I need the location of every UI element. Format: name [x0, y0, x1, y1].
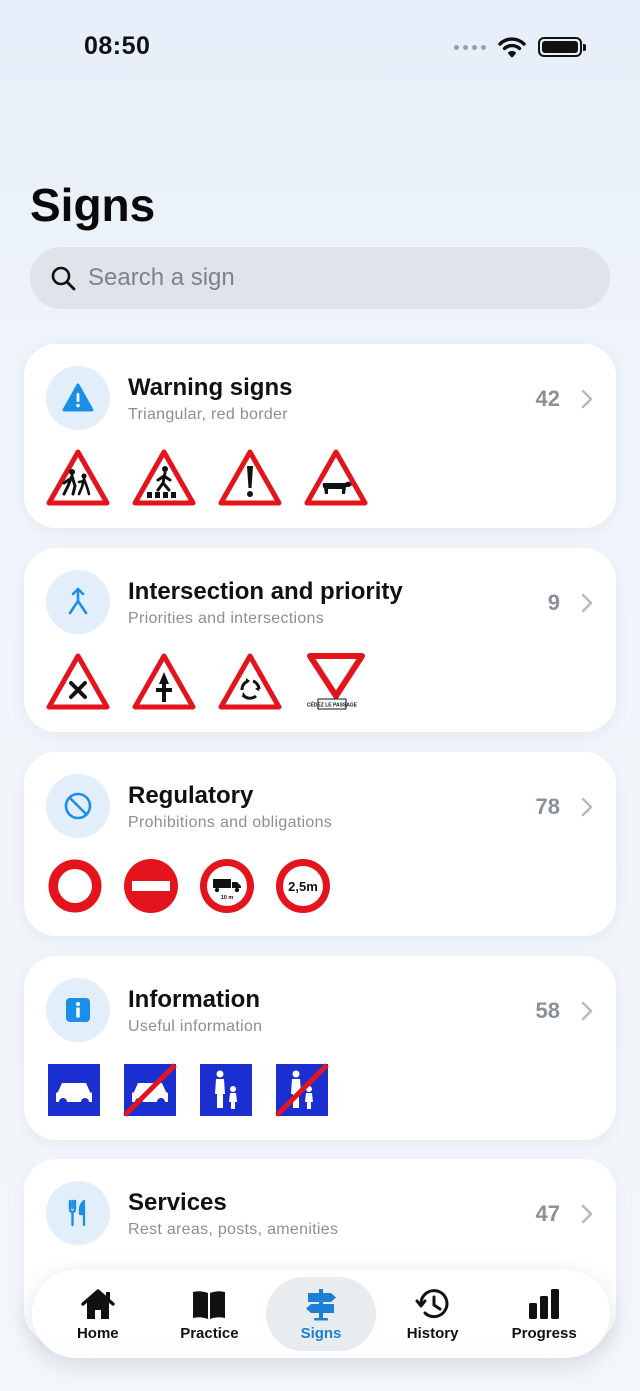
status-time: 08:50	[84, 32, 151, 60]
tab-progress[interactable]: Progress	[489, 1277, 599, 1351]
status-icons	[454, 36, 586, 58]
category-title: Intersection and priority	[128, 578, 403, 605]
category-subtitle: Useful information	[128, 1018, 263, 1035]
category-title: Regulatory	[128, 782, 254, 809]
tab-bar: Home Practice Signs History Progress	[32, 1270, 610, 1358]
category-icon-bg	[46, 1181, 110, 1245]
search-bar[interactable]	[30, 247, 610, 309]
category-count: 42	[535, 386, 560, 411]
category-icon-bg	[46, 774, 110, 838]
prohibition-icon	[64, 792, 92, 820]
sign-preview-row: CÉDEZ LE PASSAGE	[46, 650, 368, 714]
category-title: Information	[128, 986, 260, 1013]
cellular-signal-icon	[454, 44, 486, 50]
end-motorway-car-sign[interactable]	[122, 1062, 178, 1118]
category-subtitle: Triangular, red border	[128, 406, 288, 423]
no-trucks-length-sign[interactable]: 10 m	[198, 857, 256, 915]
chevron-right-icon	[581, 389, 593, 409]
chevron-right-icon	[581, 1001, 593, 1021]
roundabout-sign[interactable]	[218, 652, 282, 712]
bar-chart-icon	[529, 1288, 560, 1319]
width-limit-text: 2,5m	[288, 879, 318, 894]
house-icon	[81, 1288, 115, 1319]
category-icon-bg	[46, 366, 110, 430]
tab-practice[interactable]: Practice	[154, 1277, 264, 1351]
motorway-car-sign[interactable]	[46, 1062, 102, 1118]
tab-label: Signs	[300, 1324, 342, 1342]
danger-sign[interactable]	[218, 448, 282, 508]
sign-preview-row	[46, 446, 368, 510]
chevron-right-icon	[581, 1204, 593, 1224]
category-count: 47	[535, 1201, 560, 1226]
category-title: Warning signs	[128, 374, 293, 401]
category-count: 58	[535, 998, 560, 1023]
no-entry-sign[interactable]	[122, 857, 180, 915]
category-subtitle: Rest areas, posts, amenities	[128, 1221, 339, 1238]
chevron-right-icon	[581, 593, 593, 613]
pedestrian-crossing-sign[interactable]	[132, 448, 196, 508]
tab-label: Practice	[180, 1324, 239, 1342]
priority-road-sign[interactable]	[132, 652, 196, 712]
info-icon	[66, 998, 90, 1022]
tab-signs[interactable]: Signs	[265, 1277, 376, 1351]
category-card-intersection[interactable]: Intersection and priority Priorities and…	[24, 548, 616, 732]
wifi-icon	[498, 37, 526, 58]
merge-arrow-icon	[68, 587, 88, 615]
fork-knife-icon	[68, 1199, 86, 1227]
tab-label: History	[406, 1324, 459, 1342]
yield-sign[interactable]: CÉDEZ LE PASSAGE	[304, 652, 368, 712]
history-icon	[415, 1288, 449, 1318]
page-title: Signs	[30, 179, 156, 231]
search-icon	[51, 266, 76, 291]
book-icon	[193, 1290, 226, 1319]
sign-preview-row	[46, 1058, 330, 1122]
sign-preview-row: 10 m 2,5m	[46, 854, 330, 918]
tab-label: Progress	[511, 1324, 577, 1342]
category-count: 9	[547, 590, 560, 615]
status-bar: 08:50	[0, 0, 640, 94]
width-limit-sign[interactable]: 2,5m	[274, 857, 332, 915]
category-card-information[interactable]: Information Useful information 58	[24, 956, 616, 1140]
children-crossing-sign[interactable]	[46, 448, 110, 508]
category-count: 78	[535, 794, 560, 819]
cattle-sign[interactable]	[304, 448, 368, 508]
category-card-regulatory[interactable]: Regulatory Prohibitions and obligations …	[24, 752, 616, 936]
tab-label: Home	[76, 1324, 119, 1342]
signpost-icon	[305, 1288, 336, 1320]
tab-home[interactable]: Home	[43, 1277, 153, 1351]
pedestrian-zone-sign[interactable]	[198, 1062, 254, 1118]
tab-history[interactable]: History	[378, 1277, 488, 1351]
intersection-priority-right-sign[interactable]	[46, 652, 110, 712]
length-limit-text: 10 m	[221, 895, 234, 901]
category-subtitle: Prohibitions and obligations	[128, 814, 333, 831]
chevron-right-icon	[581, 797, 593, 817]
battery-icon	[538, 37, 586, 57]
category-subtitle: Priorities and intersections	[128, 610, 325, 627]
yield-sign-text: CÉDEZ LE PASSAGE	[307, 701, 358, 709]
category-icon-bg	[46, 978, 110, 1042]
category-card-warning[interactable]: Warning signs Triangular, red border 42	[24, 344, 616, 528]
category-title: Services	[128, 1189, 227, 1216]
end-pedestrian-zone-sign[interactable]	[274, 1062, 330, 1118]
search-input[interactable]	[88, 264, 568, 292]
category-icon-bg	[46, 570, 110, 634]
warning-icon	[62, 383, 94, 412]
no-vehicles-sign[interactable]	[46, 857, 104, 915]
